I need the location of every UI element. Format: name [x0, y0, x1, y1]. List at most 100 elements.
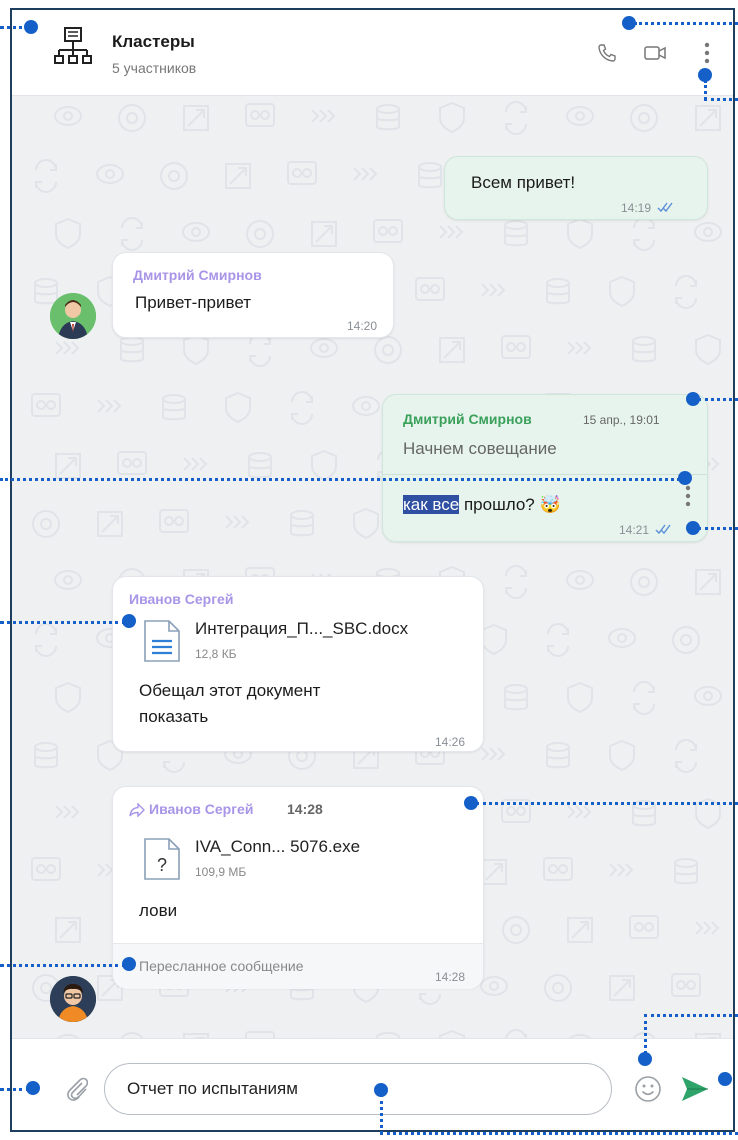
pattern-doodle [630, 568, 659, 596]
file-size: 12,8 КБ [195, 647, 237, 661]
message-text: Обещал этот документ [139, 681, 321, 700]
more-options-button[interactable] [694, 40, 720, 66]
sender-name[interactable]: Дмитрий Смирнов [133, 267, 262, 283]
pattern-doodle [287, 161, 318, 185]
message-text: Привет-привет [135, 293, 252, 312]
pattern-doodle [418, 162, 443, 189]
reply-sender-name: Дмитрий Смирнов [403, 411, 532, 427]
pattern-doodle [439, 101, 466, 134]
message-composer: Отчет по испытаниям [12, 1038, 733, 1130]
pattern-doodle [159, 509, 190, 533]
pattern-doodle [118, 104, 147, 132]
sender-name[interactable]: Иванов Сергей [129, 591, 233, 607]
message-bubble-forwarded[interactable]: Иванов Сергей 14:28 ? IVA_Conn... 5076.e… [112, 786, 484, 989]
annotation-leader [704, 98, 738, 101]
pattern-doodle [311, 221, 338, 247]
pattern-doodle [567, 917, 594, 943]
message-bubble-outgoing-reply[interactable]: Дмитрий Смирнов 15 апр., 19:01 Начнем со… [382, 394, 708, 542]
pattern-doodle [544, 974, 573, 1002]
pattern-doodle [694, 222, 723, 242]
pattern-doodle [675, 275, 698, 309]
pattern-doodle [54, 570, 83, 590]
annotation-dot [686, 521, 700, 535]
message-menu-icon[interactable] [685, 485, 691, 507]
pattern-doodle [225, 163, 252, 189]
message-time: 14:20 [347, 319, 378, 333]
pattern-doodle [96, 164, 125, 184]
annotation-dot [622, 16, 636, 30]
pattern-doodle [225, 391, 252, 424]
avatar[interactable] [50, 976, 96, 1022]
network-group-icon [54, 27, 92, 64]
pattern-doodle [504, 220, 529, 247]
pattern-doodle [695, 921, 720, 935]
pattern-doodle [31, 393, 62, 417]
annotation-dot [122, 614, 136, 628]
pattern-doodle [160, 162, 189, 190]
pattern-doodle [54, 106, 83, 126]
file-attachment[interactable]: ? IVA_Conn... 5076.exe 109,9 МБ [113, 831, 483, 891]
chat-title[interactable]: Кластеры [112, 32, 195, 52]
unknown-file-icon: ? [144, 838, 180, 880]
pattern-doodle [352, 396, 381, 416]
message-input[interactable]: Отчет по испытаниям [104, 1063, 612, 1115]
pattern-doodle [502, 916, 531, 944]
pattern-doodle [609, 863, 634, 877]
pattern-doodle [31, 857, 62, 881]
phone-call-button[interactable] [594, 40, 620, 66]
message-time: 14:26 [435, 735, 466, 749]
file-attachment[interactable]: Интеграция_П..._SBC.docx 12,8 КБ [113, 613, 483, 673]
pattern-doodle [608, 628, 637, 648]
annotation-leader [644, 1014, 647, 1054]
pattern-doodle [567, 681, 594, 714]
pattern-doodle [97, 511, 124, 537]
pattern-doodle [629, 915, 660, 939]
message-time: 14:28 [435, 970, 466, 984]
reply-date: 15 апр., 19:01 [583, 413, 660, 427]
video-call-button[interactable] [642, 40, 668, 66]
pattern-doodle [35, 159, 58, 193]
phone-icon [598, 44, 616, 62]
pattern-doodle [353, 507, 380, 540]
forwarded-header[interactable]: Иванов Сергей 14:28 [129, 801, 379, 821]
annotation-dot [686, 392, 700, 406]
pattern-doodle [674, 858, 699, 885]
pattern-doodle [35, 623, 58, 657]
pattern-doodle [694, 686, 723, 706]
message-bubble-incoming-file[interactable]: Иванов Сергей Интеграция_П..._SBC.docx 1… [112, 576, 484, 752]
annotation-dot [374, 1083, 388, 1097]
read-checkmarks-icon [655, 524, 671, 535]
file-name: IVA_Conn... 5076.exe [195, 837, 361, 856]
pattern-doodle [439, 337, 466, 363]
reply-text: Начнем совещание [403, 439, 557, 458]
message-bubble-outgoing[interactable]: Всем привет! 14:19 [444, 156, 708, 220]
message-bubble-incoming[interactable]: Дмитрий Смирнов Привет-привет 14:20 [112, 252, 394, 338]
pattern-doodle [695, 333, 722, 366]
pattern-doodle [55, 917, 82, 943]
video-icon [644, 46, 666, 60]
annotation-dot [122, 957, 136, 971]
message-time: 14:19 [621, 201, 652, 215]
pattern-doodle [633, 217, 656, 251]
reply-quote[interactable]: Дмитрий Смирнов 15 апр., 19:01 Начнем со… [383, 395, 707, 475]
pattern-doodle [225, 515, 250, 529]
pattern-doodle [547, 623, 570, 657]
avatar[interactable] [50, 293, 96, 339]
participants-count[interactable]: 5 участников [112, 60, 196, 76]
pattern-doodle [546, 742, 571, 769]
pattern-doodle [632, 336, 657, 363]
annotation-leader [634, 22, 738, 25]
message-text: лови [139, 901, 178, 920]
annotation-leader [380, 1132, 738, 1135]
forwarded-time: 14:28 [287, 801, 323, 817]
attach-icon[interactable] [66, 1075, 88, 1101]
pattern-doodle [546, 278, 571, 305]
message-text: как все прошло? 🤯 [403, 495, 561, 515]
pattern-doodle [630, 104, 659, 132]
pattern-doodle [55, 681, 82, 714]
emoji-icon[interactable] [634, 1075, 662, 1103]
message-text-rest: прошло? 🤯 [459, 495, 561, 514]
pattern-doodle [566, 570, 595, 590]
send-icon[interactable] [680, 1075, 710, 1103]
message-text: Всем привет! [471, 173, 576, 192]
